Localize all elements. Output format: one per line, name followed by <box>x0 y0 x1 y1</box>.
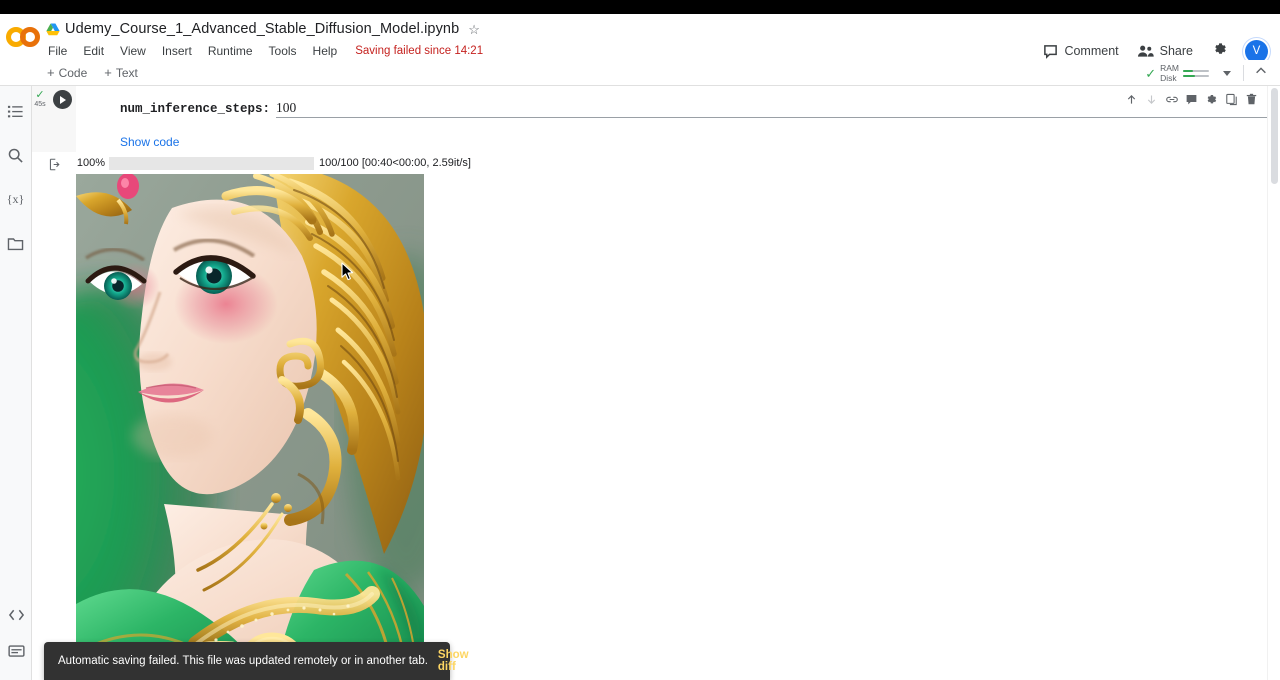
app-body: {x} <box>0 86 1280 680</box>
play-icon <box>60 96 66 104</box>
execution-success-icon: ✓ <box>35 91 44 100</box>
sidebar-item-code-snippets[interactable] <box>1 600 31 630</box>
run-button-column <box>48 86 76 152</box>
output-body: 100% 100/100 [00:40<00:00, 2.59it/s] <box>76 152 1280 680</box>
toolbar-right-group: ✓ RAM Disk <box>1141 60 1274 86</box>
comment-label: Comment <box>1064 44 1118 58</box>
cell-form-area: num_inference_steps: 100 Show code <box>76 86 1280 152</box>
progress-bar-row: 100% 100/100 [00:40<00:00, 2.59it/s] <box>76 155 1280 171</box>
move-cell-down-icon[interactable] <box>1142 90 1161 109</box>
mouse-cursor <box>341 262 354 286</box>
num-inference-steps-label: num_inference_steps: <box>120 102 270 116</box>
delete-cell-icon[interactable] <box>1242 90 1261 109</box>
disk-label: Disk <box>1160 73 1179 83</box>
resource-bars <box>1183 69 1209 77</box>
vertical-scrollbar-thumb[interactable] <box>1271 88 1278 184</box>
add-comment-icon[interactable] <box>1182 90 1201 109</box>
sidebar-bottom-group <box>0 600 32 672</box>
menu-view[interactable]: View <box>120 44 146 58</box>
add-text-label: Text <box>116 66 138 80</box>
sidebar-item-files[interactable] <box>1 228 31 258</box>
copy-cell-icon[interactable] <box>1222 90 1241 109</box>
disk-bar <box>1183 75 1209 77</box>
sidebar-item-search[interactable] <box>1 140 31 170</box>
menu-help[interactable]: Help <box>313 44 338 58</box>
triangle-down-icon[interactable] <box>1223 71 1231 76</box>
notebook-toolbar: + Code + Text ✓ RAM Disk <box>0 60 1280 86</box>
add-code-cell-button[interactable]: + Code <box>40 64 94 82</box>
form-field-row: num_inference_steps: 100 <box>120 100 1280 118</box>
chevron-up-icon[interactable] <box>1248 64 1274 83</box>
menu-edit[interactable]: Edit <box>83 44 104 58</box>
add-code-label: Code <box>59 66 88 80</box>
ram-bar <box>1183 70 1209 72</box>
share-label: Share <box>1160 44 1193 58</box>
generated-portrait-image <box>76 174 424 680</box>
menu-runtime[interactable]: Runtime <box>208 44 253 58</box>
left-sidebar: {x} <box>0 86 32 680</box>
progress-percent-label: 100% <box>76 157 105 169</box>
show-diff-link[interactable]: Show diff <box>438 649 469 673</box>
sidebar-item-terminal[interactable] <box>1 636 31 666</box>
ram-label: RAM <box>1160 63 1179 73</box>
menu-file[interactable]: File <box>48 44 67 58</box>
colab-logo-ring-right <box>20 27 40 47</box>
add-text-cell-button[interactable]: + Text <box>97 64 145 82</box>
page-title[interactable]: Udemy_Course_1_Advanced_Stable_Diffusion… <box>65 21 459 37</box>
gear-icon <box>1212 41 1228 62</box>
cell-settings-icon[interactable] <box>1202 90 1221 109</box>
browser-top-strip <box>0 0 1280 14</box>
move-cell-up-icon[interactable] <box>1122 90 1141 109</box>
star-icon[interactable]: ☆ <box>468 23 480 36</box>
colab-logo[interactable] <box>0 14 46 60</box>
save-failed-snackbar: Automatic saving failed. This file was u… <box>44 642 450 680</box>
variables-glyph: {x} <box>7 192 25 207</box>
notebook-content: ✓ 45s num_inference_steps: 100 Show code <box>32 86 1280 680</box>
plus-icon: + <box>104 66 112 79</box>
cell-action-toolbar <box>1121 90 1280 109</box>
run-cell-button[interactable] <box>53 90 72 109</box>
sidebar-item-variables[interactable]: {x} <box>1 184 31 214</box>
output-arrow-icon <box>48 158 61 680</box>
show-code-link[interactable]: Show code <box>120 135 179 149</box>
progress-status-text: 100/100 [00:40<00:00, 2.59it/s] <box>319 157 471 169</box>
resource-usage-button[interactable]: ✓ RAM Disk <box>1141 61 1213 85</box>
execution-time-label: 45s <box>34 101 45 108</box>
vertical-scrollbar[interactable] <box>1267 86 1280 680</box>
toolbar-divider <box>1243 65 1244 81</box>
code-cell-top: ✓ 45s num_inference_steps: 100 Show code <box>32 86 1280 152</box>
execution-status: ✓ 45s <box>32 86 48 152</box>
sidebar-item-table-of-contents[interactable] <box>1 96 31 126</box>
cell-output: 100% 100/100 [00:40<00:00, 2.59it/s] <box>32 152 1280 680</box>
output-gutter <box>32 152 76 680</box>
snackbar-message: Automatic saving failed. This file was u… <box>58 655 428 667</box>
share-people-icon <box>1137 44 1154 58</box>
menu-insert[interactable]: Insert <box>162 44 192 58</box>
progress-bar <box>109 157 314 170</box>
link-to-cell-icon[interactable] <box>1162 90 1181 109</box>
menu-tools[interactable]: Tools <box>269 44 297 58</box>
resource-labels: RAM Disk <box>1160 63 1179 83</box>
connected-check-icon: ✓ <box>1145 67 1156 80</box>
comment-icon <box>1043 44 1058 59</box>
plus-icon: + <box>47 66 55 79</box>
code-cell: ✓ 45s num_inference_steps: 100 Show code <box>32 86 1280 680</box>
google-drive-icon <box>46 23 60 36</box>
app-header: Udemy_Course_1_Advanced_Stable_Diffusion… <box>0 14 1280 60</box>
save-status-text: Saving failed since 14:21 <box>355 45 483 57</box>
